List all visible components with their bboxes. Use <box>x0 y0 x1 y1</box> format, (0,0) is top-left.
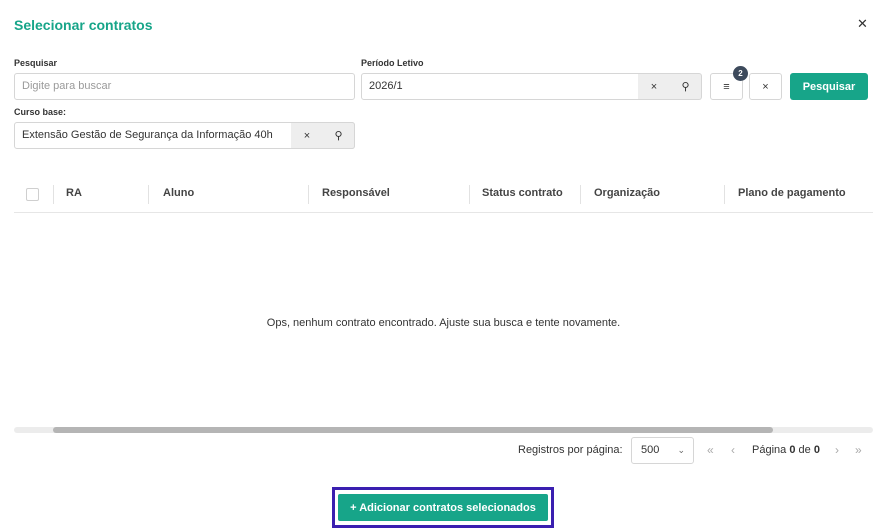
column-divider <box>148 185 149 204</box>
course-label: Curso base: <box>14 107 67 117</box>
prev-page-icon[interactable]: ‹ <box>731 443 735 457</box>
close-icon: × <box>650 80 658 93</box>
clear-filters-button[interactable]: × <box>749 73 782 100</box>
column-divider <box>580 185 581 204</box>
course-clear-button[interactable]: × <box>291 122 323 149</box>
select-all-checkbox[interactable] <box>26 188 39 201</box>
course-value: Extensão Gestão de Segurança da Informaç… <box>22 129 273 141</box>
course-search-button[interactable]: ⚲ <box>323 122 355 149</box>
close-icon[interactable]: ✕ <box>857 16 868 32</box>
first-page-icon[interactable]: « <box>707 443 714 457</box>
dialog-title: Selecionar contratos <box>14 17 153 33</box>
rows-per-page-label: Registros por página: <box>518 444 623 456</box>
column-organizacao[interactable]: Organização <box>594 187 660 199</box>
column-ra[interactable]: RA <box>66 187 82 199</box>
page-total: 0 <box>813 444 820 456</box>
filter-icon: ≡ <box>723 80 730 93</box>
page-indicator: Página 0 de 0 <box>752 444 820 456</box>
column-divider <box>724 185 725 204</box>
close-icon: × <box>762 80 769 93</box>
page-current: 0 <box>789 444 796 456</box>
search-button[interactable]: Pesquisar <box>790 73 868 100</box>
column-divider <box>469 185 470 204</box>
column-plano[interactable]: Plano de pagamento <box>738 187 846 199</box>
rows-per-page-select[interactable]: 500 ⌄ <box>631 437 694 464</box>
scrollbar-thumb[interactable] <box>53 427 773 433</box>
filter-count-badge: 2 <box>733 66 748 81</box>
page-label: Página <box>752 444 787 456</box>
empty-state-message: Ops, nenhum contrato encontrado. Ajuste … <box>266 317 621 329</box>
page-of-label: de <box>798 444 811 456</box>
column-divider <box>53 185 54 204</box>
last-page-icon[interactable]: » <box>855 443 862 457</box>
table-header: RA Aluno Responsável Status contrato Org… <box>14 177 873 213</box>
search-input[interactable]: Digite para buscar <box>14 73 355 100</box>
search-icon: ⚲ <box>334 130 343 142</box>
period-label: Período Letivo <box>361 58 424 68</box>
search-icon: ⚲ <box>681 81 690 93</box>
search-label: Pesquisar <box>14 58 58 68</box>
rows-per-page-value: 500 <box>641 444 660 456</box>
column-responsavel[interactable]: Responsável <box>322 187 390 199</box>
next-page-icon[interactable]: › <box>835 443 839 457</box>
close-icon: × <box>303 129 311 142</box>
chevron-down-icon: ⌄ <box>677 445 685 455</box>
add-selected-contracts-button[interactable]: + Adicionar contratos selecionados <box>338 494 548 521</box>
column-aluno[interactable]: Aluno <box>163 187 194 199</box>
column-divider <box>308 185 309 204</box>
column-status[interactable]: Status contrato <box>482 187 563 199</box>
period-clear-button[interactable]: × <box>638 73 670 100</box>
period-value: 2026/1 <box>369 80 403 92</box>
period-search-button[interactable]: ⚲ <box>670 73 702 100</box>
